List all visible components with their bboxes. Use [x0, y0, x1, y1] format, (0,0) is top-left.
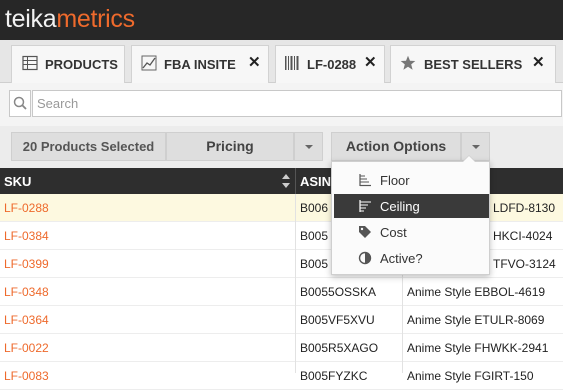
grid-icon — [22, 55, 38, 71]
action-options-menu: Floor Ceiling Cost Active? — [331, 155, 490, 275]
asin-cell: B005 — [300, 229, 329, 243]
asin-cell: B005 — [300, 257, 329, 271]
close-icon[interactable]: ✕ — [532, 55, 545, 71]
tab-best-sellers-label: BEST SELLERS — [424, 57, 523, 72]
table-row[interactable]: LF-0083 B005FYZKC Anime Style FGIRT-150 — [0, 362, 563, 390]
sku-cell[interactable]: LF-0364 — [4, 313, 49, 327]
title-cell: LDFD-8130 — [493, 201, 556, 215]
column-header-asin[interactable]: ASIN — [300, 174, 331, 189]
logo-part-2: metrics — [56, 5, 135, 33]
products-selected-button[interactable]: 20 Products Selected — [11, 132, 166, 161]
sku-cell[interactable]: LF-0384 — [4, 229, 49, 243]
floor-icon — [359, 174, 371, 187]
asin-cell: B005R5XAGO — [300, 341, 379, 355]
column-divider — [295, 194, 296, 373]
tab-fba-insite[interactable]: FBA INSITE ✕ — [131, 45, 269, 83]
close-icon[interactable]: ✕ — [364, 55, 377, 71]
menu-item-label: Ceiling — [380, 199, 420, 214]
logo[interactable]: teikametrics — [5, 4, 135, 34]
title-cell: Anime Style EBBOL-4619 — [407, 285, 546, 299]
column-header-sku[interactable]: SKU — [4, 174, 31, 189]
search-input[interactable] — [32, 90, 562, 117]
asin-cell: B005FYZKC — [300, 369, 368, 383]
tab-strip: PRODUCTS FBA INSITE ✕ LF-0288 ✕ BEST SEL… — [0, 40, 563, 83]
ceiling-icon — [359, 200, 371, 212]
menu-item-ceiling[interactable]: Ceiling — [334, 194, 489, 218]
asin-cell: B006 — [300, 201, 329, 215]
top-bar: teikametrics — [0, 0, 563, 40]
table-row[interactable]: LF-0348 B0055OSSKA Anime Style EBBOL-461… — [0, 278, 563, 306]
sort-icon[interactable] — [281, 173, 291, 189]
sku-cell[interactable]: LF-0288 — [4, 201, 49, 215]
asin-cell: B005VF5XVU — [300, 313, 375, 327]
asin-cell: B0055OSSKA — [300, 285, 377, 299]
sku-cell[interactable]: LF-0022 — [4, 341, 49, 355]
title-cell: Anime Style FGIRT-150 — [407, 369, 534, 383]
tab-products[interactable]: PRODUCTS — [11, 45, 125, 83]
table-row[interactable]: LF-0364 B005VF5XVU Anime Style ETULR-806… — [0, 306, 563, 334]
sku-cell[interactable]: LF-0083 — [4, 369, 49, 383]
close-icon[interactable]: ✕ — [248, 55, 261, 71]
star-icon — [400, 55, 416, 70]
title-cell: Anime Style FHWKK-2941 — [407, 341, 549, 355]
menu-item-label: Cost — [380, 225, 407, 240]
search-icon[interactable] — [9, 90, 31, 117]
title-cell: Anime Style ETULR-8069 — [407, 313, 545, 327]
sku-cell[interactable]: LF-0399 — [4, 257, 49, 271]
menu-item-cost[interactable]: Cost — [334, 220, 489, 244]
action-options-button[interactable]: Action Options — [331, 132, 461, 161]
chart-icon — [141, 55, 157, 71]
menu-item-label: Active? — [380, 251, 423, 266]
contrast-icon — [358, 251, 372, 265]
table-row[interactable]: LF-0022 B005R5XAGO Anime Style FHWKK-294… — [0, 334, 563, 362]
menu-item-active[interactable]: Active? — [334, 246, 489, 270]
tab-lf-0288[interactable]: LF-0288 ✕ — [275, 45, 385, 83]
pricing-dropdown-toggle[interactable] — [294, 132, 323, 161]
menu-item-label: Floor — [380, 173, 410, 188]
tab-best-sellers[interactable]: BEST SELLERS ✕ — [390, 45, 556, 83]
header-divider — [295, 168, 296, 194]
logo-part-1: teika — [5, 5, 57, 33]
menu-item-floor[interactable]: Floor — [334, 168, 489, 192]
title-cell: HKCI-4024 — [493, 229, 553, 243]
pricing-button[interactable]: Pricing — [166, 132, 294, 161]
title-cell: TFVO-3124 — [493, 257, 556, 271]
barcode-icon — [285, 56, 299, 70]
tab-products-label: PRODUCTS — [45, 57, 118, 72]
sku-cell[interactable]: LF-0348 — [4, 285, 49, 299]
tab-fba-insite-label: FBA INSITE — [164, 57, 236, 72]
tag-icon — [359, 226, 371, 238]
tab-lf-0288-label: LF-0288 — [307, 57, 357, 72]
magnifier-icon — [13, 96, 27, 110]
